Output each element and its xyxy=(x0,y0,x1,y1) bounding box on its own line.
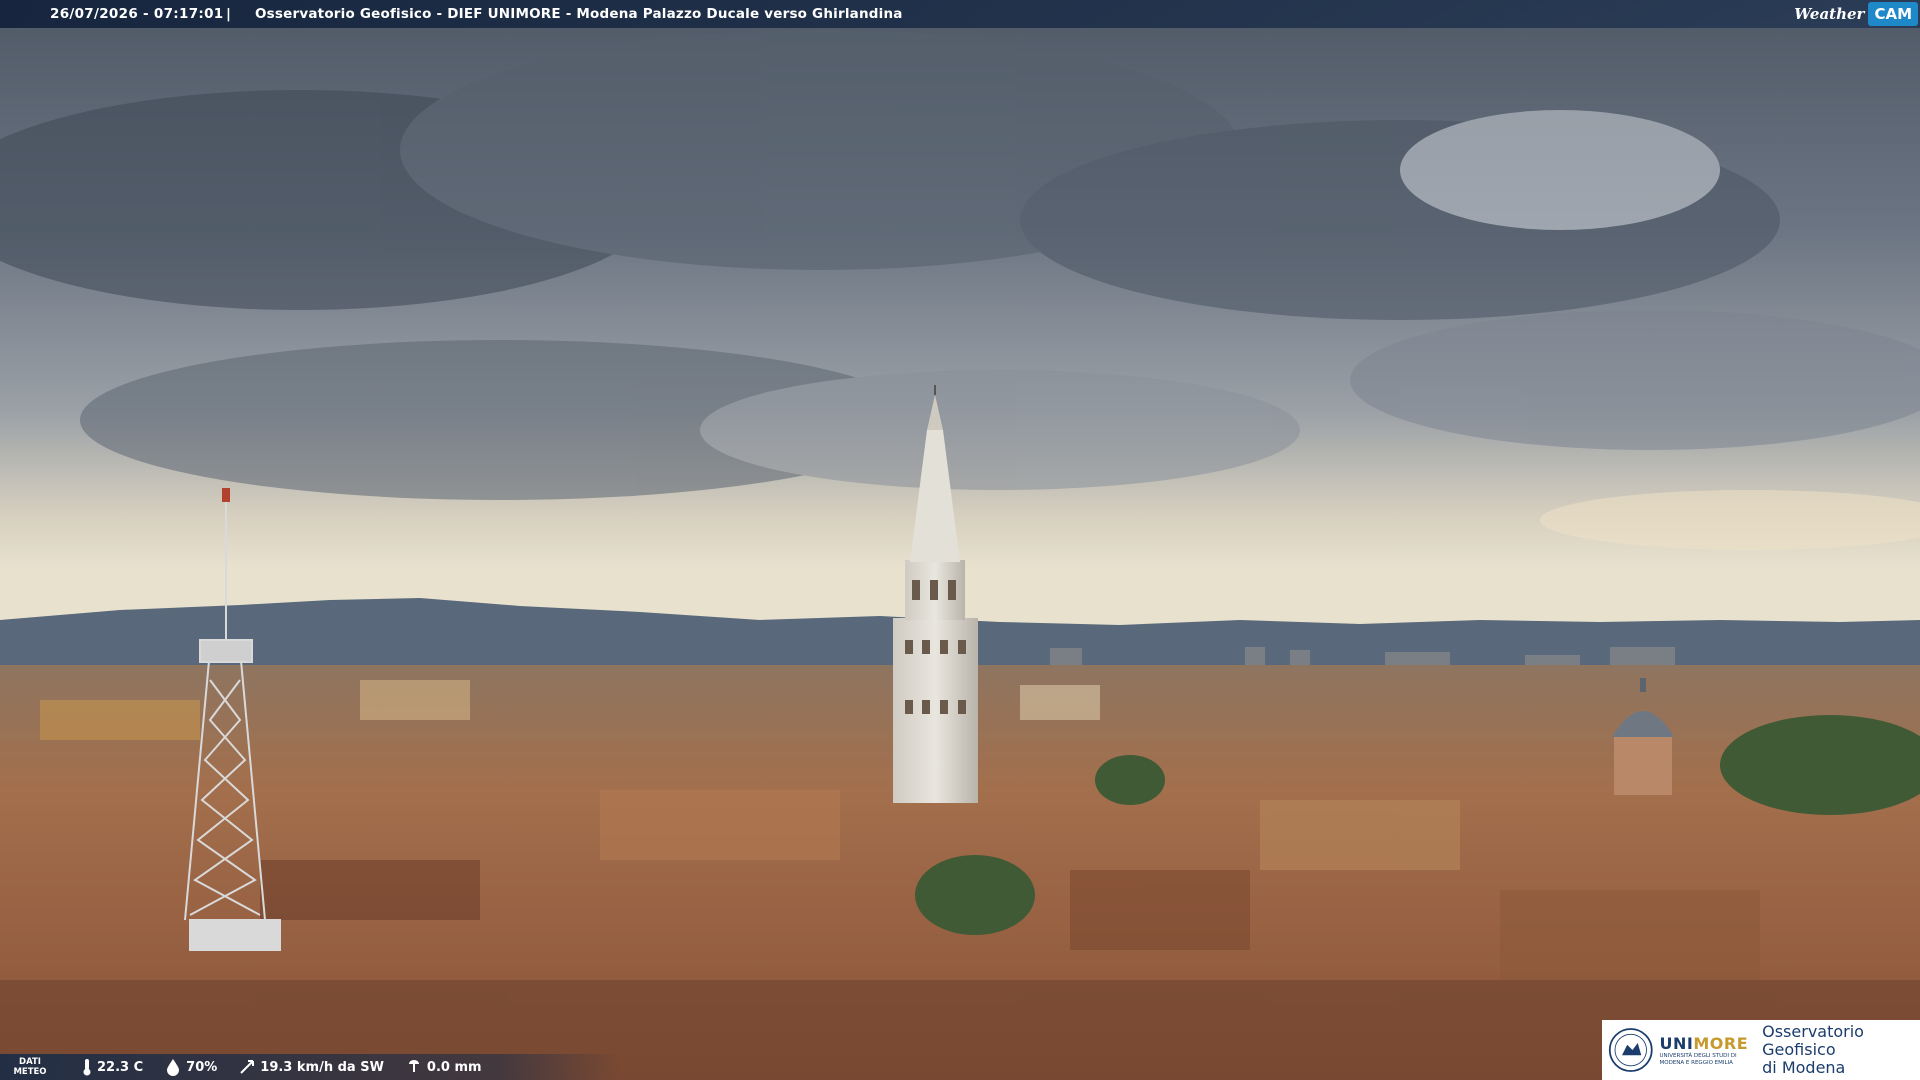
temperature-item: 22.3 C xyxy=(82,1058,143,1076)
unimore-seal-icon xyxy=(1608,1028,1653,1072)
separator: | xyxy=(226,6,231,22)
humidity-item: 70% xyxy=(165,1058,217,1076)
camera-title: Osservatorio Geofisico - DIEF UNIMORE - … xyxy=(255,6,903,22)
timestamp: 26/07/2026 - 07:17:01 xyxy=(50,6,224,22)
thermometer-icon xyxy=(83,1059,91,1076)
observatory-line2: di Modena xyxy=(1762,1058,1846,1077)
observatory-name: Osservatorio Geofisico di Modena xyxy=(1762,1023,1920,1077)
humidity-value: 70% xyxy=(186,1059,218,1075)
meteo-label-line2: METEO xyxy=(13,1067,47,1077)
unimore-subtitle-2: MODENA E REGGIO EMILIA xyxy=(1659,1059,1733,1066)
webcam-scene xyxy=(0,0,1920,1080)
brand-weather-text: Weather xyxy=(1794,5,1865,23)
wind-item: 19.3 km/h da SW xyxy=(239,1058,384,1076)
brand-cam-badge: CAM xyxy=(1868,2,1918,26)
weathercam-logo: Weather CAM xyxy=(1788,0,1920,28)
observatory-line1: Osservatorio Geofisico xyxy=(1762,1022,1864,1059)
overlay-top-bar: 26/07/2026 - 07:17:01 | Osservatorio Geo… xyxy=(0,0,1920,28)
rain-gauge-icon xyxy=(408,1060,419,1072)
meteo-bar: DATI METEO 22.3 C 70% 19.3 km/h da SW 0.… xyxy=(0,1054,620,1080)
rain-value: 0.0 mm xyxy=(426,1059,482,1075)
rain-item: 0.0 mm xyxy=(406,1058,482,1076)
meteo-label: DATI METEO xyxy=(0,1057,60,1077)
unimore-name-more: MORE xyxy=(1693,1033,1749,1053)
temperature-value: 22.3 C xyxy=(97,1059,144,1075)
meteo-label-line1: DATI xyxy=(19,1057,41,1067)
humidity-drop-icon xyxy=(167,1059,180,1076)
wind-icon xyxy=(240,1060,255,1074)
unimore-name-uni: UNI xyxy=(1659,1033,1694,1053)
unimore-subtitle-1: UNIVERSITÀ DEGLI STUDI DI xyxy=(1659,1052,1737,1059)
wind-value: 19.3 km/h da SW xyxy=(260,1059,384,1075)
unimore-wordmark: UNIMORE UNIVERSITÀ DEGLI STUDI DI MODENA… xyxy=(1660,1034,1749,1067)
unimore-logo-panel: UNIMORE UNIVERSITÀ DEGLI STUDI DI MODENA… xyxy=(1602,1020,1920,1080)
